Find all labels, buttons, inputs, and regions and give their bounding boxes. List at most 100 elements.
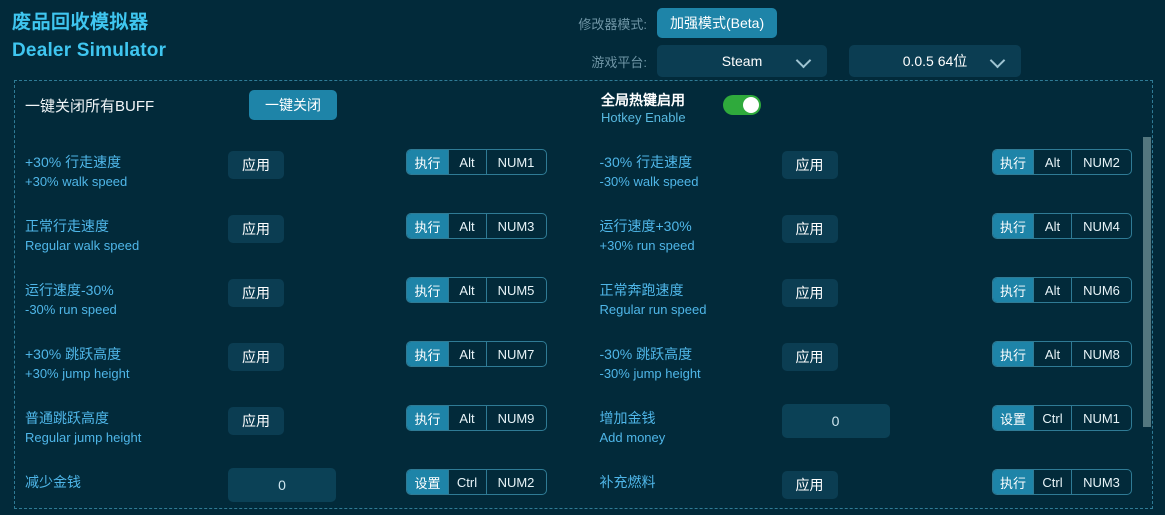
hotkey-modifier[interactable]: Ctrl — [447, 470, 486, 494]
apply-button[interactable]: 应用 — [228, 343, 284, 371]
hotkey-key[interactable]: NUM3 — [1071, 470, 1131, 494]
toggle-knob-icon — [743, 97, 759, 113]
cheat-label-cn: 补充燃料 — [599, 474, 656, 490]
hotkey-modifier[interactable]: Ctrl — [1033, 406, 1071, 430]
hotkey-action-button[interactable]: 执行 — [407, 342, 448, 366]
version-dropdown-value: 0.0.5 64位 — [902, 53, 968, 69]
cheat-cell: 减少金钱 设置CtrlNUM2 — [15, 463, 584, 508]
modifier-mode-label: 修改器模式: — [578, 16, 647, 32]
hotkey-key[interactable]: NUM4 — [1071, 214, 1131, 238]
platform-dropdown[interactable]: Steam — [657, 45, 827, 77]
cheat-label-cn: 减少金钱 — [25, 474, 81, 490]
hotkey-key[interactable]: NUM9 — [485, 406, 546, 430]
modifier-mode-button[interactable]: 加强模式(Beta) — [657, 8, 778, 38]
apply-button[interactable]: 应用 — [781, 471, 838, 499]
cheat-label-cn: 运行速度+30% — [599, 218, 692, 234]
hotkey-key[interactable]: NUM8 — [1071, 342, 1131, 366]
hotkey-action-button[interactable]: 执行 — [407, 278, 448, 302]
global-hotkey-toggle[interactable] — [723, 95, 761, 115]
global-hotkey-block: 全局热键启用 Hotkey Enable — [601, 91, 801, 127]
hotkey-action-button[interactable]: 执行 — [992, 214, 1033, 238]
hotkey-modifier[interactable]: Alt — [1033, 342, 1071, 366]
cheat-label: +30% 跳跃高度 +30% jump height — [25, 344, 225, 383]
cheat-label-cn: +30% 行走速度 — [25, 154, 122, 170]
hotkey-modifier[interactable]: Alt — [447, 278, 486, 302]
hotkey-modifier[interactable]: Alt — [447, 342, 486, 366]
apply-button[interactable]: 应用 — [228, 215, 284, 243]
panel-scrollbar-track[interactable] — [1143, 82, 1151, 507]
apply-button[interactable]: 应用 — [781, 151, 838, 179]
hotkey-action-button[interactable]: 执行 — [992, 150, 1033, 174]
cheat-cell: 正常奔跑速度 Regular run speed 应用 执行 Alt NUM6 — [584, 271, 1153, 335]
apply-button[interactable]: 应用 — [228, 407, 284, 435]
cheat-label: 运行速度-30% -30% run speed — [25, 280, 225, 319]
hotkey-modifier[interactable]: Alt — [1033, 278, 1071, 302]
hotkey-modifier[interactable]: Alt — [447, 214, 486, 238]
hotkey-modifier[interactable]: Alt — [1033, 214, 1071, 238]
chevron-down-icon — [795, 52, 812, 69]
panel-topbar: 一键关闭所有BUFF 一键关闭 全局热键启用 Hotkey Enable — [15, 81, 1152, 143]
hotkey-action-button[interactable]: 执行 — [407, 214, 448, 238]
hotkey-group: 执行 Alt NUM8 — [991, 341, 1132, 367]
apply-button[interactable]: 应用 — [781, 279, 838, 307]
cheat-cell: -30% 跳跃高度 -30% jump height 应用 执行 Alt NUM8 — [584, 335, 1153, 399]
cheat-cell: 正常行走速度 Regular walk speed 应用 执行 Alt NUM3 — [15, 207, 584, 271]
hotkey-modifier[interactable]: Ctrl — [1033, 470, 1071, 494]
platform-label: 游戏平台: — [591, 54, 647, 70]
cheat-cell: 增加金钱 Add money 设置CtrlNUM1 — [584, 399, 1153, 463]
hotkey-key[interactable]: NUM1 — [485, 150, 546, 174]
hotkey-action-button[interactable]: 执行 — [992, 342, 1033, 366]
hotkey-action-button[interactable]: 执行 — [407, 150, 448, 174]
apply-button[interactable]: 应用 — [228, 151, 284, 179]
version-dropdown[interactable]: 0.0.5 64位 — [849, 45, 1021, 77]
hotkey-modifier[interactable]: Alt — [447, 150, 486, 174]
cheat-cell: 补充燃料 应用 执行 Ctrl NUM3 — [584, 463, 1153, 508]
hotkey-action-button[interactable]: 设置 — [407, 470, 448, 494]
cheat-value-input[interactable] — [228, 468, 336, 502]
cheat-cell: 运行速度-30% -30% run speed 应用 执行 Alt NUM5 — [15, 271, 584, 335]
cheat-label-en: Regular walk speed — [25, 238, 140, 253]
hotkey-modifier[interactable]: Alt — [447, 406, 486, 430]
global-hotkey-label-en: Hotkey Enable — [601, 110, 686, 125]
cheat-label-cn: 普通跳跃高度 — [25, 410, 109, 426]
cheat-label: 正常行走速度 Regular walk speed — [25, 216, 225, 255]
chevron-down-icon — [989, 52, 1006, 69]
hotkey-key[interactable]: NUM5 — [485, 278, 546, 302]
hotkey-action-button[interactable]: 设置 — [992, 406, 1033, 430]
hotkey-key[interactable]: NUM1 — [1071, 406, 1131, 430]
cheat-label: 普通跳跃高度 Regular jump height — [25, 408, 225, 447]
hotkey-action-button[interactable]: 执行 — [407, 406, 448, 430]
panel-scrollbar-thumb[interactable] — [1143, 137, 1151, 427]
hotkey-key[interactable]: NUM3 — [485, 214, 546, 238]
hotkey-group: 执行 Alt NUM7 — [406, 341, 547, 367]
modifier-mode-row: 修改器模式: 加强模式(Beta) — [565, 6, 1165, 40]
cheat-label-cn: -30% 跳跃高度 — [599, 346, 693, 362]
cheat-cell: 普通跳跃高度 Regular jump height 应用 执行 Alt NUM9 — [15, 399, 584, 463]
platform-row: 游戏平台: Steam 0.0.5 64位 — [565, 44, 1165, 78]
cheat-label-cn: +30% 跳跃高度 — [25, 346, 122, 362]
apply-button[interactable]: 应用 — [781, 343, 838, 371]
cheat-value-input[interactable] — [781, 404, 890, 438]
cheat-label-en: Regular run speed — [599, 302, 707, 317]
hotkey-key[interactable]: NUM2 — [1071, 150, 1131, 174]
hotkey-group: 执行 Alt NUM6 — [991, 277, 1132, 303]
cheat-label-en: Add money — [599, 430, 666, 445]
hotkey-action-button[interactable]: 执行 — [992, 278, 1033, 302]
cheat-label-en: +30% run speed — [599, 238, 695, 253]
hotkey-group: 执行 Alt NUM1 — [406, 149, 547, 175]
hotkey-action-button[interactable]: 执行 — [992, 470, 1033, 494]
cheat-row: 运行速度-30% -30% run speed 应用 执行 Alt NUM5 正常奔跑速度 R… — [15, 271, 1152, 335]
cheat-label-en: Regular jump height — [25, 430, 142, 445]
hotkey-modifier[interactable]: Alt — [1033, 150, 1071, 174]
hotkey-group: 执行 Alt NUM2 — [991, 149, 1132, 175]
cheat-label: 补充燃料 — [600, 472, 800, 492]
hotkey-key[interactable]: NUM6 — [1071, 278, 1131, 302]
apply-button[interactable]: 应用 — [781, 215, 838, 243]
cheat-label: 增加金钱 Add money — [600, 408, 800, 447]
cheat-label: -30% 行走速度 -30% walk speed — [600, 152, 800, 191]
disable-all-buff-button[interactable]: 一键关闭 — [249, 90, 337, 120]
hotkey-key[interactable]: NUM7 — [485, 342, 546, 366]
hotkey-key[interactable]: NUM2 — [485, 470, 546, 494]
apply-button[interactable]: 应用 — [228, 279, 284, 307]
hotkey-group: 执行 Ctrl NUM3 — [991, 469, 1132, 495]
